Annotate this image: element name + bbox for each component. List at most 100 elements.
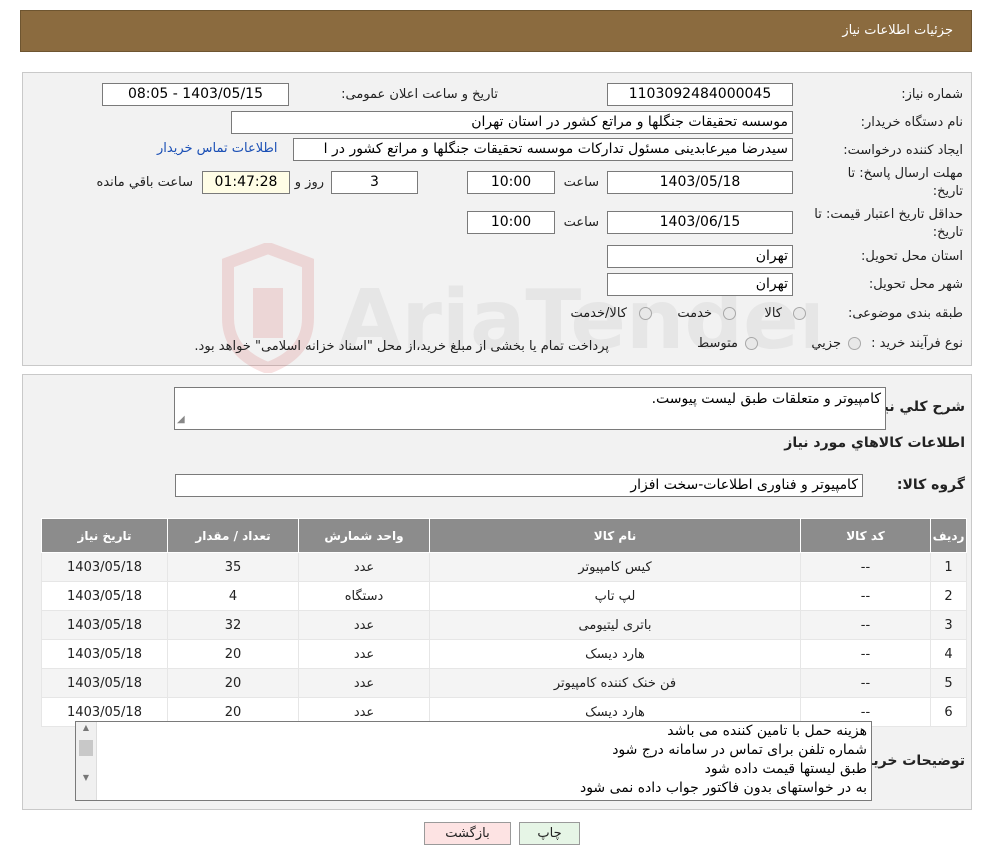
description-textarea[interactable]: کامپیوتر و متعلقات طبق لیست پیوست. ◢ bbox=[174, 387, 886, 430]
process-note: پرداخت تمام یا بخشی از مبلغ خرید،از محل … bbox=[194, 339, 609, 354]
price-validity-label: حداقل تاریخ اعتبار قیمت: تا bbox=[814, 207, 963, 222]
cell-unit: عدد bbox=[298, 610, 430, 640]
cell-item-name: کیس کامپیوتر bbox=[429, 552, 801, 582]
cell-unit: عدد bbox=[298, 668, 430, 698]
category-goods-service-radio[interactable] bbox=[639, 307, 652, 320]
cell-quantity: 4 bbox=[167, 581, 299, 611]
col-row-number: رديف bbox=[930, 518, 967, 553]
creator-field: سیدرضا میرعابدینی مسئول تدارکات موسسه تح… bbox=[293, 138, 793, 161]
need-number-field: 1103092484000045 bbox=[607, 83, 793, 106]
price-validity-date-field: 1403/06/15 bbox=[607, 211, 793, 234]
deadline-date-field: 1403/05/18 bbox=[607, 171, 793, 194]
process-label: نوع فرآیند خرید : bbox=[871, 336, 963, 351]
col-item-name: نام کالا bbox=[429, 518, 801, 553]
cell-item-code: -- bbox=[800, 639, 931, 669]
deadline-label: مهلت ارسال پاسخ: تا bbox=[847, 166, 963, 181]
process-partial-label: جزیي bbox=[811, 336, 841, 351]
city-label: شهر محل تحویل: bbox=[868, 277, 963, 292]
print-button[interactable]: چاپ bbox=[519, 822, 580, 845]
cell-quantity: 20 bbox=[167, 668, 299, 698]
cell-row-number: 4 bbox=[930, 639, 967, 669]
category-service-label: خدمت bbox=[677, 306, 712, 321]
cell-quantity: 35 bbox=[167, 552, 299, 582]
announce-datetime-field: 1403/05/15 - 08:05 bbox=[102, 83, 289, 106]
buyer-note-line: طبق لیستها قیمت داده شود bbox=[704, 761, 867, 777]
scroll-down-icon[interactable]: ▼ bbox=[76, 772, 96, 784]
items-table: رديف کد کالا نام کالا واحد شمارش تعداد /… bbox=[41, 518, 967, 727]
days-remaining-field: 3 bbox=[331, 171, 418, 194]
back-button[interactable]: بازگشت bbox=[424, 822, 511, 845]
cell-unit: دستگاه bbox=[298, 581, 430, 611]
deadline-time-label: ساعت bbox=[563, 175, 599, 190]
deadline-label-date: تاریخ: bbox=[932, 184, 963, 199]
buyer-org-label: نام دستگاه خریدار: bbox=[860, 115, 963, 130]
cell-item-code: -- bbox=[800, 552, 931, 582]
process-medium-label: متوسط bbox=[697, 336, 738, 351]
col-unit: واحد شمارش bbox=[298, 518, 430, 553]
goods-group-label: گروه کالا: bbox=[896, 477, 965, 493]
table-row: 1 -- کیس کامپیوتر عدد 35 1403/05/18 bbox=[41, 552, 967, 582]
cell-item-name: فن خنک کننده کامپیوتر bbox=[429, 668, 801, 698]
cell-row-number: 6 bbox=[930, 697, 967, 727]
buyer-org-field: موسسه تحقیقات جنگلها و مراتع کشور در است… bbox=[231, 111, 793, 134]
page-header: جزئیات اطلاعات نیاز bbox=[20, 10, 972, 52]
deadline-time-field: 10:00 bbox=[467, 171, 555, 194]
cell-quantity: 32 bbox=[167, 610, 299, 640]
notes-scrollbar[interactable]: ▲ ▼ bbox=[76, 722, 97, 800]
table-row: 3 -- باتری لیتیومی عدد 32 1403/05/18 bbox=[41, 610, 967, 640]
cell-row-number: 2 bbox=[930, 581, 967, 611]
need-info-panel: AriaTender.neT شماره نیاز: 1103092484000… bbox=[22, 72, 972, 373]
cell-item-code: -- bbox=[800, 581, 931, 611]
process-medium-radio[interactable] bbox=[745, 337, 758, 350]
buyer-note-line: شماره تلفن برای تماس در سامانه درج شود bbox=[612, 742, 867, 758]
goods-section-title: اطلاعات کالاهاي مورد نياز bbox=[784, 435, 965, 451]
table-row: 4 -- هارد دیسک عدد 20 1403/05/18 bbox=[41, 639, 967, 669]
goods-panel: شرح کلي نياز: کامپیوتر و متعلقات طبق لیس… bbox=[22, 374, 972, 810]
buyer-note-line: به در خواستهای بدون فاکتور جواب داده نمی… bbox=[579, 780, 867, 796]
cell-item-name: لپ تاپ bbox=[429, 581, 801, 611]
col-item-code: کد کالا bbox=[800, 518, 931, 553]
cell-need-date: 1403/05/18 bbox=[41, 610, 168, 640]
province-field: تهران bbox=[607, 245, 793, 268]
buyer-contact-link[interactable]: اطلاعات تماس خریدار bbox=[157, 141, 277, 156]
cell-need-date: 1403/05/18 bbox=[41, 668, 168, 698]
col-quantity: تعداد / مقدار bbox=[167, 518, 299, 553]
buyer-notes-textarea[interactable]: هزینه حمل با تامین کننده می باشد شماره ت… bbox=[75, 721, 872, 801]
price-validity-time-label: ساعت bbox=[563, 215, 599, 230]
cell-row-number: 3 bbox=[930, 610, 967, 640]
category-goods-label: کالا bbox=[764, 306, 782, 321]
need-number-label: شماره نیاز: bbox=[901, 87, 963, 102]
city-field: تهران bbox=[607, 273, 793, 296]
items-table-header: رديف کد کالا نام کالا واحد شمارش تعداد /… bbox=[41, 518, 967, 553]
category-goods-radio[interactable] bbox=[793, 307, 806, 320]
cell-unit: عدد bbox=[298, 552, 430, 582]
category-goods-service-label: کالا/خدمت bbox=[570, 306, 627, 321]
process-partial-radio[interactable] bbox=[848, 337, 861, 350]
cell-need-date: 1403/05/18 bbox=[41, 639, 168, 669]
cell-need-date: 1403/05/18 bbox=[41, 552, 168, 582]
category-label: طبقه بندی موضوعی: bbox=[847, 306, 963, 321]
scroll-thumb[interactable] bbox=[79, 740, 93, 756]
description-text: کامپیوتر و متعلقات طبق لیست پیوست. bbox=[651, 391, 881, 407]
price-validity-label-date: تاریخ: bbox=[932, 225, 963, 240]
category-service-radio[interactable] bbox=[723, 307, 736, 320]
scroll-up-icon[interactable]: ▲ bbox=[76, 722, 96, 734]
cell-item-name: هارد دیسک bbox=[429, 639, 801, 669]
goods-group-field: کامپیوتر و فناوری اطلاعات-سخت افزار bbox=[175, 474, 863, 497]
price-validity-time-field: 10:00 bbox=[467, 211, 555, 234]
cell-item-name: باتری لیتیومی bbox=[429, 610, 801, 640]
province-label: استان محل تحویل: bbox=[861, 249, 963, 264]
col-need-date: تاريخ نياز bbox=[41, 518, 168, 553]
creator-label: ایجاد کننده درخواست: bbox=[843, 143, 963, 158]
cell-item-code: -- bbox=[800, 610, 931, 640]
resize-handle-icon: ◢ bbox=[177, 414, 185, 425]
cell-unit: عدد bbox=[298, 639, 430, 669]
cell-row-number: 1 bbox=[930, 552, 967, 582]
table-row: 5 -- فن خنک کننده کامپیوتر عدد 20 1403/0… bbox=[41, 668, 967, 698]
announce-datetime-label: تاریخ و ساعت اعلان عمومی: bbox=[341, 87, 498, 102]
remaining-time-field: 01:47:28 bbox=[202, 171, 290, 194]
buyer-note-line: هزینه حمل با تامین کننده می باشد bbox=[667, 723, 867, 739]
remaining-label: ساعت باقي مانده bbox=[96, 175, 193, 190]
cell-item-code: -- bbox=[800, 668, 931, 698]
items-table-wrapper: رديف کد کالا نام کالا واحد شمارش تعداد /… bbox=[41, 518, 967, 727]
